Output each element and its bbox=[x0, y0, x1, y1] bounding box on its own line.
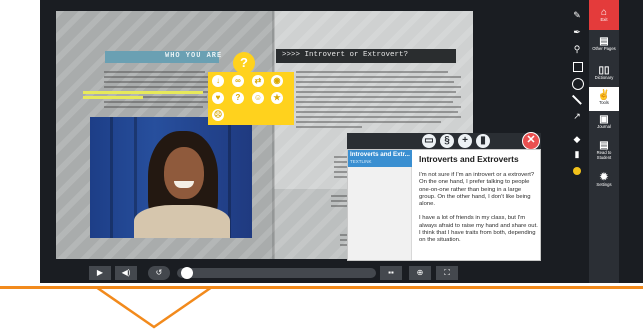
square-icon[interactable] bbox=[567, 59, 587, 73]
brush-icon[interactable]: ✎ bbox=[567, 8, 587, 22]
section-label-chip: WHO YOU ARE bbox=[105, 51, 223, 63]
eraser-icon[interactable]: ◆ bbox=[567, 132, 587, 146]
annotation-tools: ✎ ✒ ⚲ ↗ ◆ ▮ bbox=[567, 8, 587, 194]
trash-icon[interactable]: ▮ bbox=[476, 134, 490, 148]
pen-icon[interactable]: ✒ bbox=[567, 25, 587, 39]
section-heading: >>>> Introvert or Extrovert? bbox=[282, 51, 409, 59]
line-icon[interactable] bbox=[567, 93, 587, 107]
glossary-title: Introverts and Extroverts bbox=[419, 154, 519, 164]
right-paragraph-1[interactable] bbox=[296, 71, 461, 131]
player-bar: ▶ ◀) ↺ ▪▪ ⊕ ⛶ bbox=[56, 263, 534, 282]
comment-icon[interactable]: ▭ bbox=[422, 134, 436, 148]
other-pages-button[interactable]: ▤ Other Pages bbox=[589, 36, 619, 62]
heart-icon[interactable]: ♥ bbox=[212, 92, 224, 104]
glossary-body: I'm not sure if I'm an introvert or a ex… bbox=[419, 172, 539, 252]
arrow-icon[interactable]: ↗ bbox=[567, 109, 587, 123]
volume-button[interactable]: ◀) bbox=[115, 266, 137, 280]
progress-track[interactable] bbox=[177, 268, 376, 278]
question-icon: ? bbox=[240, 55, 248, 70]
plus-icon[interactable]: + bbox=[458, 134, 472, 148]
sad-icon[interactable]: ☹ bbox=[212, 109, 224, 121]
progress-thumb[interactable] bbox=[181, 267, 193, 279]
exit-button[interactable]: ⌂ Exit bbox=[589, 0, 619, 30]
pin-icon[interactable]: ↓ bbox=[212, 75, 224, 87]
trash-icon[interactable]: ▮ bbox=[567, 147, 587, 161]
glossary-entry-sub: TEXTLINK bbox=[350, 159, 372, 164]
highlighted-text[interactable] bbox=[83, 96, 143, 99]
circle-icon[interactable] bbox=[567, 76, 587, 90]
glossary-paragraph: I'm not sure if I'm an introvert or a ex… bbox=[419, 172, 535, 208]
question-icon[interactable]: ? bbox=[232, 92, 244, 104]
settings-button[interactable]: ✹ Settings bbox=[589, 172, 619, 192]
annotation-popup: ↓ ∞ ⇄ ◉ ♥ ? ☺ ★ ☹ bbox=[208, 72, 294, 125]
zoom-button[interactable]: ⊕ bbox=[409, 266, 431, 280]
section-icon[interactable]: § bbox=[440, 134, 454, 148]
link-icon[interactable]: ∞ bbox=[232, 75, 244, 87]
other-pages-label: Other Pages bbox=[592, 46, 616, 51]
marker-icon[interactable]: ⚲ bbox=[567, 42, 587, 56]
color-dot[interactable] bbox=[573, 167, 581, 175]
tools-button[interactable]: ✌ Tools bbox=[589, 87, 619, 111]
student-photo bbox=[90, 117, 252, 238]
ebook-reader-screen: WHO YOU ARE >>>> Introvert or Extrovert? bbox=[0, 0, 643, 329]
highlighted-text[interactable] bbox=[83, 91, 203, 94]
dictionary-label: Dictionary bbox=[594, 75, 614, 80]
glossary-paragraph: I have a lot of friends in my class, but… bbox=[419, 215, 538, 244]
glossary-entry[interactable]: Introverts and Extr... TEXTLINK bbox=[348, 150, 412, 167]
journal-button[interactable]: ▣ Journal bbox=[589, 114, 619, 136]
swap-icon[interactable]: ⇄ bbox=[252, 75, 264, 87]
exit-label: Exit bbox=[600, 17, 608, 22]
tools-label: Tools bbox=[599, 100, 609, 105]
fullscreen-button[interactable]: ⛶ bbox=[436, 266, 458, 280]
read-to-student-label: Read to Student bbox=[596, 150, 612, 160]
journal-label: Journal bbox=[597, 124, 611, 129]
read-to-student-button[interactable]: ▤ Read to Student bbox=[589, 140, 619, 168]
slide-button[interactable]: ▪▪ bbox=[380, 266, 402, 280]
smile-icon[interactable]: ☺ bbox=[252, 92, 264, 104]
play-button[interactable]: ▶ bbox=[89, 266, 111, 280]
settings-label: Settings bbox=[596, 182, 612, 187]
close-icon[interactable]: ✕ bbox=[522, 132, 540, 150]
rewind-button[interactable]: ↺ bbox=[148, 266, 170, 280]
section-heading-chip: >>>> Introvert or Extrovert? bbox=[276, 49, 456, 63]
page-gutter bbox=[272, 11, 275, 259]
down-arrow-icon bbox=[95, 286, 213, 329]
glossary-dialog: Introverts and Extr... TEXTLINK Introver… bbox=[347, 149, 541, 261]
glossary-toolbar: ▭ § + ▮ bbox=[347, 133, 541, 149]
eye-icon[interactable]: ◉ bbox=[271, 75, 283, 87]
star-icon[interactable]: ★ bbox=[271, 92, 283, 104]
sidebar: ⌂ Exit ▤ Other Pages ▯▯ Dictionary ✌ Too… bbox=[589, 0, 619, 283]
glossary-entry-title: Introverts and Extr... bbox=[350, 151, 410, 158]
section-label: WHO YOU ARE bbox=[165, 52, 223, 60]
dictionary-button[interactable]: ▯▯ Dictionary bbox=[589, 65, 619, 85]
annotation-popup-header[interactable]: ? bbox=[233, 52, 255, 74]
